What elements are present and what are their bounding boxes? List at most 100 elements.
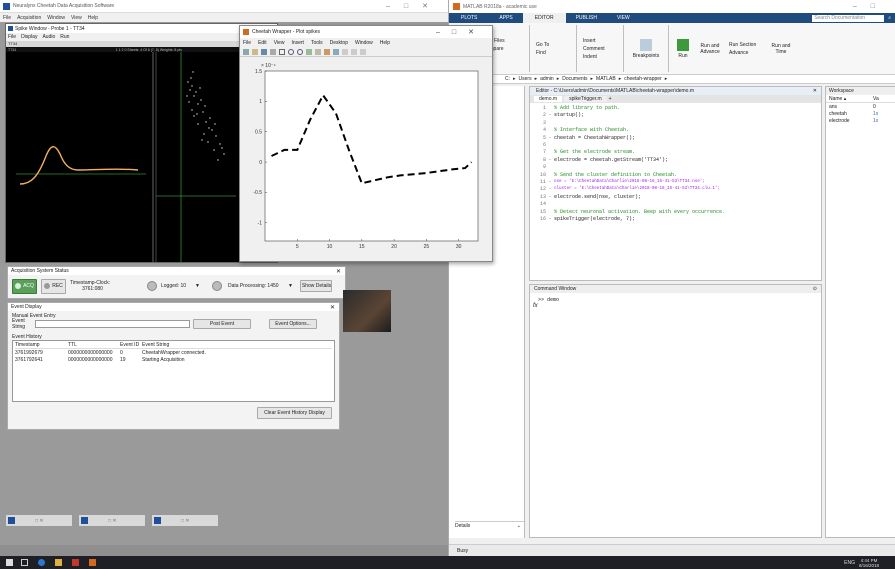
- comment-button[interactable]: Comment: [583, 45, 617, 53]
- figure-menu-file[interactable]: File: [243, 40, 251, 46]
- menu-view[interactable]: View: [71, 15, 82, 21]
- zoom-in-icon[interactable]: [288, 48, 294, 55]
- show-details-button[interactable]: Show Details: [299, 280, 332, 292]
- find-button[interactable]: Find: [536, 49, 570, 57]
- run-and-advance-button[interactable]: Run and Advance: [697, 43, 723, 55]
- code-area[interactable]: 1% Add library to path. 2- startup(); 3 4…: [530, 103, 821, 224]
- advance-button[interactable]: Advance: [729, 49, 763, 57]
- insert-button[interactable]: Insert: [583, 37, 617, 45]
- open-file-icon[interactable]: [252, 48, 258, 55]
- search-documentation-input[interactable]: Search Documentation: [812, 14, 885, 22]
- event-string-input[interactable]: [35, 320, 190, 328]
- details-panel-header[interactable]: Details ⌄: [455, 521, 524, 529]
- search-icon[interactable]: ⌕: [884, 15, 895, 21]
- run-section-button[interactable]: Run Section: [729, 41, 763, 49]
- ws-header-name[interactable]: Name ▴: [829, 96, 873, 102]
- window-controls[interactable]: –□✕: [386, 2, 442, 10]
- spike-menu-file[interactable]: File: [8, 34, 16, 40]
- tab-view[interactable]: VIEW: [607, 15, 640, 21]
- editor-close-icon[interactable]: ✕: [813, 88, 821, 94]
- acq-button[interactable]: ACQ: [12, 278, 37, 294]
- command-window[interactable]: Command Window ⊙ >> demo fx: [529, 284, 822, 538]
- menu-file[interactable]: File: [3, 15, 11, 21]
- table-row[interactable]: 3761992679 0000000000000000 0 CheetahWra…: [15, 349, 332, 356]
- start-icon[interactable]: [6, 559, 13, 566]
- menu-help[interactable]: Help: [88, 15, 98, 21]
- spike-menu-audio[interactable]: Audio: [42, 34, 55, 40]
- figure-window-controls[interactable]: –□✕: [436, 28, 492, 36]
- figure-menu-help[interactable]: Help: [380, 40, 390, 46]
- language-indicator[interactable]: ENG: [844, 560, 855, 566]
- file-explorer-icon[interactable]: [55, 559, 62, 566]
- path-segment[interactable]: admin: [540, 76, 554, 82]
- path-segment[interactable]: cheetah-wrapper: [624, 76, 662, 82]
- path-segment[interactable]: Documents: [562, 76, 587, 82]
- status-close-icon[interactable]: ✕: [336, 268, 345, 275]
- legend-icon[interactable]: [351, 48, 357, 55]
- workspace-row[interactable]: cheetah 1x: [826, 110, 895, 117]
- minimized-window-3[interactable]: □ ✕: [151, 514, 219, 527]
- save-icon[interactable]: [261, 48, 267, 55]
- workspace-row[interactable]: electrode 1x: [826, 117, 895, 124]
- run-and-time-button[interactable]: Run and Time: [769, 43, 793, 55]
- pointer-icon[interactable]: [279, 48, 285, 55]
- table-row[interactable]: 3761792641 0000000000000000 19 Starting …: [15, 356, 332, 363]
- cheetah-taskbar-icon[interactable]: [72, 559, 79, 566]
- minimized-controls-icon[interactable]: □ ✕: [181, 518, 190, 524]
- path-segment[interactable]: C:: [505, 76, 510, 82]
- figure-menu-window[interactable]: Window: [355, 40, 373, 46]
- processing-dropdown-icon[interactable]: ▼: [288, 283, 293, 289]
- minimized-controls-icon[interactable]: □ ✕: [35, 518, 44, 524]
- rec-button[interactable]: REC: [41, 278, 66, 294]
- post-event-button[interactable]: Post Event: [193, 319, 251, 329]
- print-icon[interactable]: [270, 48, 276, 55]
- editor-tab-spiketrigger[interactable]: spikeTrigger.m: [564, 96, 607, 102]
- breakpoints-button[interactable]: Breakpoints: [630, 53, 662, 59]
- spike-menu-run[interactable]: Run: [60, 34, 69, 40]
- command-options-icon[interactable]: ⊙: [813, 286, 821, 292]
- figure-menu-edit[interactable]: Edit: [258, 40, 267, 46]
- run-button[interactable]: Run: [675, 38, 691, 59]
- new-figure-icon[interactable]: [243, 48, 249, 55]
- edge-icon[interactable]: [38, 559, 45, 566]
- colorbar-icon[interactable]: [342, 48, 348, 55]
- go-to-button[interactable]: Go To: [536, 41, 570, 49]
- matlab-window-controls[interactable]: –□: [853, 3, 895, 10]
- clock[interactable]: 4:44 PM 8/16/2018: [859, 558, 879, 568]
- menu-window[interactable]: Window: [47, 15, 65, 21]
- figure-menu-desktop[interactable]: Desktop: [330, 40, 348, 46]
- task-view-icon[interactable]: [21, 559, 28, 566]
- tab-editor[interactable]: EDITOR: [522, 13, 566, 23]
- event-options-button[interactable]: Event Options...: [269, 319, 317, 329]
- pan-icon[interactable]: [306, 48, 312, 55]
- clear-history-button[interactable]: Clear Event History Display: [257, 407, 332, 419]
- zoom-out-icon[interactable]: [297, 48, 303, 55]
- minimized-window-2[interactable]: □ ✕: [78, 514, 146, 527]
- tab-apps[interactable]: APPS: [489, 15, 522, 21]
- indent-button[interactable]: Indent: [583, 53, 617, 61]
- editor-tab-demo[interactable]: demo.m: [534, 96, 563, 102]
- figure-menu-insert[interactable]: Insert: [291, 40, 304, 46]
- logged-dropdown-icon[interactable]: ▼: [195, 283, 200, 289]
- minimized-window-1[interactable]: □ ✕: [5, 514, 73, 527]
- fx-icon[interactable]: fx: [533, 303, 538, 309]
- path-segment[interactable]: MATLAB: [596, 76, 616, 82]
- matlab-taskbar-icon[interactable]: [89, 559, 96, 566]
- minimized-controls-icon[interactable]: □ ✕: [108, 518, 117, 524]
- data-cursor-icon[interactable]: [324, 48, 330, 55]
- tab-publish[interactable]: PUBLISH: [566, 15, 607, 21]
- workspace-row[interactable]: ans 0: [826, 103, 895, 110]
- menu-acquisition[interactable]: Acquisition: [17, 15, 41, 21]
- plot-tools-icon[interactable]: [360, 48, 366, 55]
- path-segment[interactable]: Users: [519, 76, 532, 82]
- event-history-list[interactable]: Timestamp TTL Event ID Event String 3761…: [12, 340, 335, 402]
- brush-icon[interactable]: [333, 48, 339, 55]
- figure-menu-tools[interactable]: Tools: [311, 40, 323, 46]
- rotate-icon[interactable]: [315, 48, 321, 55]
- ws-header-value[interactable]: Va: [873, 96, 879, 102]
- event-close-icon[interactable]: ✕: [330, 304, 339, 311]
- spike-menu-display[interactable]: Display: [21, 34, 37, 40]
- add-tab-icon[interactable]: +: [609, 96, 612, 102]
- tab-plots[interactable]: PLOTS: [449, 15, 489, 21]
- figure-menu-view[interactable]: View: [274, 40, 285, 46]
